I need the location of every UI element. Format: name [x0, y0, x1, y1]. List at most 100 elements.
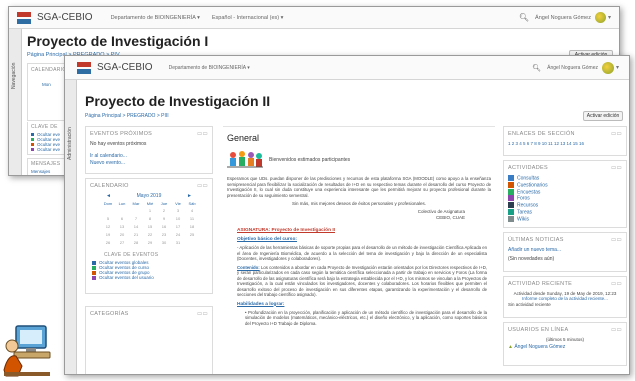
calendar-day[interactable]: 14 — [129, 222, 143, 230]
page-title: Proyecto de Investigación I — [27, 33, 209, 49]
latest-news-title: ÚLTIMAS NOTICIAS — [508, 237, 564, 243]
calendar-day[interactable] — [129, 206, 143, 214]
objective-text: - Aplicación de las herramientas básicas… — [237, 245, 487, 261]
block-controls-icon[interactable]: ▭▭ — [611, 327, 622, 333]
online-users-block: USUARIOS EN LÍNEA ▭▭ (últimos 5 minutos)… — [503, 322, 627, 366]
calendar-day[interactable]: 7 — [129, 214, 143, 222]
section-number-links[interactable]: 1 2 3 4 5 6 7 8 9 10 11 12 13 14 15 16 — [504, 141, 626, 146]
language-menu[interactable]: Español - Internacional (es) ▾ — [212, 15, 284, 21]
activity-item[interactable]: Wikis — [504, 215, 626, 223]
edit-mode-button[interactable]: Activar edición — [583, 111, 623, 121]
search-icon[interactable]: 🔍︎ — [532, 64, 541, 72]
department-menu[interactable]: Departamento de BIOINGENIERÍA ▾ — [111, 15, 200, 21]
activity-item[interactable]: Tareas — [504, 209, 626, 216]
administration-side-tab[interactable]: Administración — [65, 80, 77, 374]
calendar-day[interactable]: 19 — [101, 230, 115, 238]
calendar-day[interactable]: 22 — [143, 230, 157, 238]
forum-icon — [508, 195, 514, 202]
activity-item[interactable]: Consultas — [504, 175, 626, 182]
calendar-day[interactable]: 10 — [171, 214, 185, 222]
brand-name[interactable]: SGA-CEBIO — [97, 62, 153, 73]
activity-item[interactable]: Cuestionarios — [504, 181, 626, 189]
user-name[interactable]: Ángel Noguera Gómez — [547, 65, 598, 71]
calendar-day[interactable]: 3 — [171, 206, 185, 214]
calendar-day[interactable]: 20 — [115, 230, 129, 238]
wishes-text: Sin más, mis mejores deseos de éxitos pe… — [291, 201, 427, 206]
block-controls-icon[interactable]: ▭▭ — [611, 237, 622, 243]
calendar-day[interactable] — [101, 206, 115, 214]
calendar-day[interactable]: 29 — [143, 238, 157, 246]
calendar-day[interactable]: 15 — [143, 222, 157, 230]
calendar-day[interactable]: 16 — [157, 222, 171, 230]
calendar-day[interactable]: 1 — [143, 206, 157, 214]
quiz-icon — [508, 181, 514, 188]
latest-news-block: ÚLTIMAS NOTICIAS ▭▭ Añadir un nuevo tema… — [503, 232, 627, 272]
section-links-header: ENLACES DE SECCIÓN ▭▭ — [504, 127, 626, 141]
prev-month-icon[interactable]: ◄ — [106, 193, 111, 199]
block-controls-icon[interactable]: ▭▭ — [611, 281, 622, 287]
navigation-side-tab[interactable]: Navegación — [9, 29, 22, 175]
block-controls-icon[interactable]: ▭▭ — [197, 131, 208, 137]
calendar-day[interactable]: 31 — [171, 238, 185, 246]
calendar-day[interactable]: 13 — [115, 222, 129, 230]
block-controls-icon[interactable]: ▭▭ — [197, 311, 208, 317]
brand-name[interactable]: SGA-CEBIO — [37, 12, 93, 23]
subject-heading: ASIGNATURA: Proyecto de Investigación II — [237, 228, 335, 233]
calendar-grid: Dom Lun Mar Mié Jue Vie Sáb 1234 5 6 7 8 9 10… — [101, 201, 199, 246]
calendar-day[interactable]: 6 — [115, 214, 129, 222]
content-heading: Contenido: — [237, 264, 260, 270]
calendar-day[interactable]: 28 — [129, 238, 143, 246]
categories-block: CATEGORÍAS ▭▭ — [85, 306, 213, 374]
block-controls-icon[interactable]: ▭▭ — [197, 183, 208, 189]
calendar-day[interactable]: 11 — [185, 214, 199, 222]
recent-activity-title: ACTIVIDAD RECIENTE — [508, 281, 573, 287]
chevron-down-icon[interactable]: ▾ — [616, 64, 619, 71]
new-event-link[interactable]: Nuevo evento... — [86, 159, 212, 166]
section-title: General — [227, 133, 260, 143]
calendar-day[interactable]: 4 — [185, 206, 199, 214]
upcoming-events-block: EVENTOS PRÓXIMOS ▭▭ No hay eventos próxi… — [85, 126, 213, 174]
calendar-day[interactable]: 18 — [185, 222, 199, 230]
department-menu[interactable]: Departamento de BIOINGENIERÍA ▾ — [169, 65, 250, 71]
calendar-day[interactable]: 5 — [101, 214, 115, 222]
calendar-day[interactable] — [185, 238, 199, 246]
online-users-header: USUARIOS EN LÍNEA ▭▭ — [504, 323, 626, 337]
sga-logo-icon[interactable] — [17, 11, 31, 24]
sga-logo-icon[interactable] — [77, 61, 91, 74]
categories-title: CATEGORÍAS — [90, 311, 129, 317]
calendar-month[interactable]: Mayo 2019 — [137, 193, 162, 199]
avatar[interactable] — [594, 12, 606, 23]
activity-item[interactable]: Encuestas — [504, 188, 626, 196]
calendar-day[interactable]: 8 — [143, 214, 157, 222]
activity-item[interactable]: Foros — [504, 195, 626, 202]
event-key-item[interactable]: Ocultar eventos del usuario — [86, 275, 212, 280]
objective-heading: Objetivo básico del curso: — [237, 237, 297, 242]
search-icon[interactable]: 🔍︎ — [519, 13, 529, 22]
activity-item[interactable]: Recursos — [504, 202, 626, 209]
event-bullet-icon — [31, 148, 34, 152]
online-user-item[interactable]: ▲ Ángel Noguera Gómez — [504, 342, 626, 350]
calendar-header: CALENDARIO ▭▭ — [86, 179, 212, 193]
no-news-text: (Sin novedades aún) — [508, 256, 555, 262]
calendar-day[interactable] — [115, 206, 129, 214]
calendar-day[interactable]: 9 — [157, 214, 171, 222]
go-to-calendar-link[interactable]: Ir al calendario... — [86, 147, 212, 159]
calendar-day[interactable]: 23 — [157, 230, 171, 238]
calendar-day[interactable]: 21 — [129, 230, 143, 238]
calendar-day[interactable]: 25 — [185, 230, 199, 238]
user-name[interactable]: Ángel Noguera Gómez — [535, 15, 591, 21]
calendar-day[interactable]: 17 — [171, 222, 185, 230]
calendar-day[interactable]: 30 — [157, 238, 171, 246]
calendar-day[interactable]: 27 — [115, 238, 129, 246]
full-report-link[interactable]: Informe completo de la actividad recient… — [504, 296, 626, 301]
breadcrumb[interactable]: Página Principal > PREGRADO > PIII — [85, 113, 169, 119]
avatar[interactable] — [601, 61, 614, 74]
block-controls-icon[interactable]: ▭▭ — [611, 165, 622, 171]
calendar-day[interactable]: 24 — [171, 230, 185, 238]
calendar-day[interactable]: 26 — [101, 238, 115, 246]
calendar-day[interactable]: 2 — [157, 206, 171, 214]
next-month-icon[interactable]: ► — [187, 193, 192, 199]
block-controls-icon[interactable]: ▭▭ — [611, 131, 622, 137]
calendar-day[interactable]: 12 — [101, 222, 115, 230]
chevron-down-icon[interactable]: ▾ — [608, 14, 611, 21]
